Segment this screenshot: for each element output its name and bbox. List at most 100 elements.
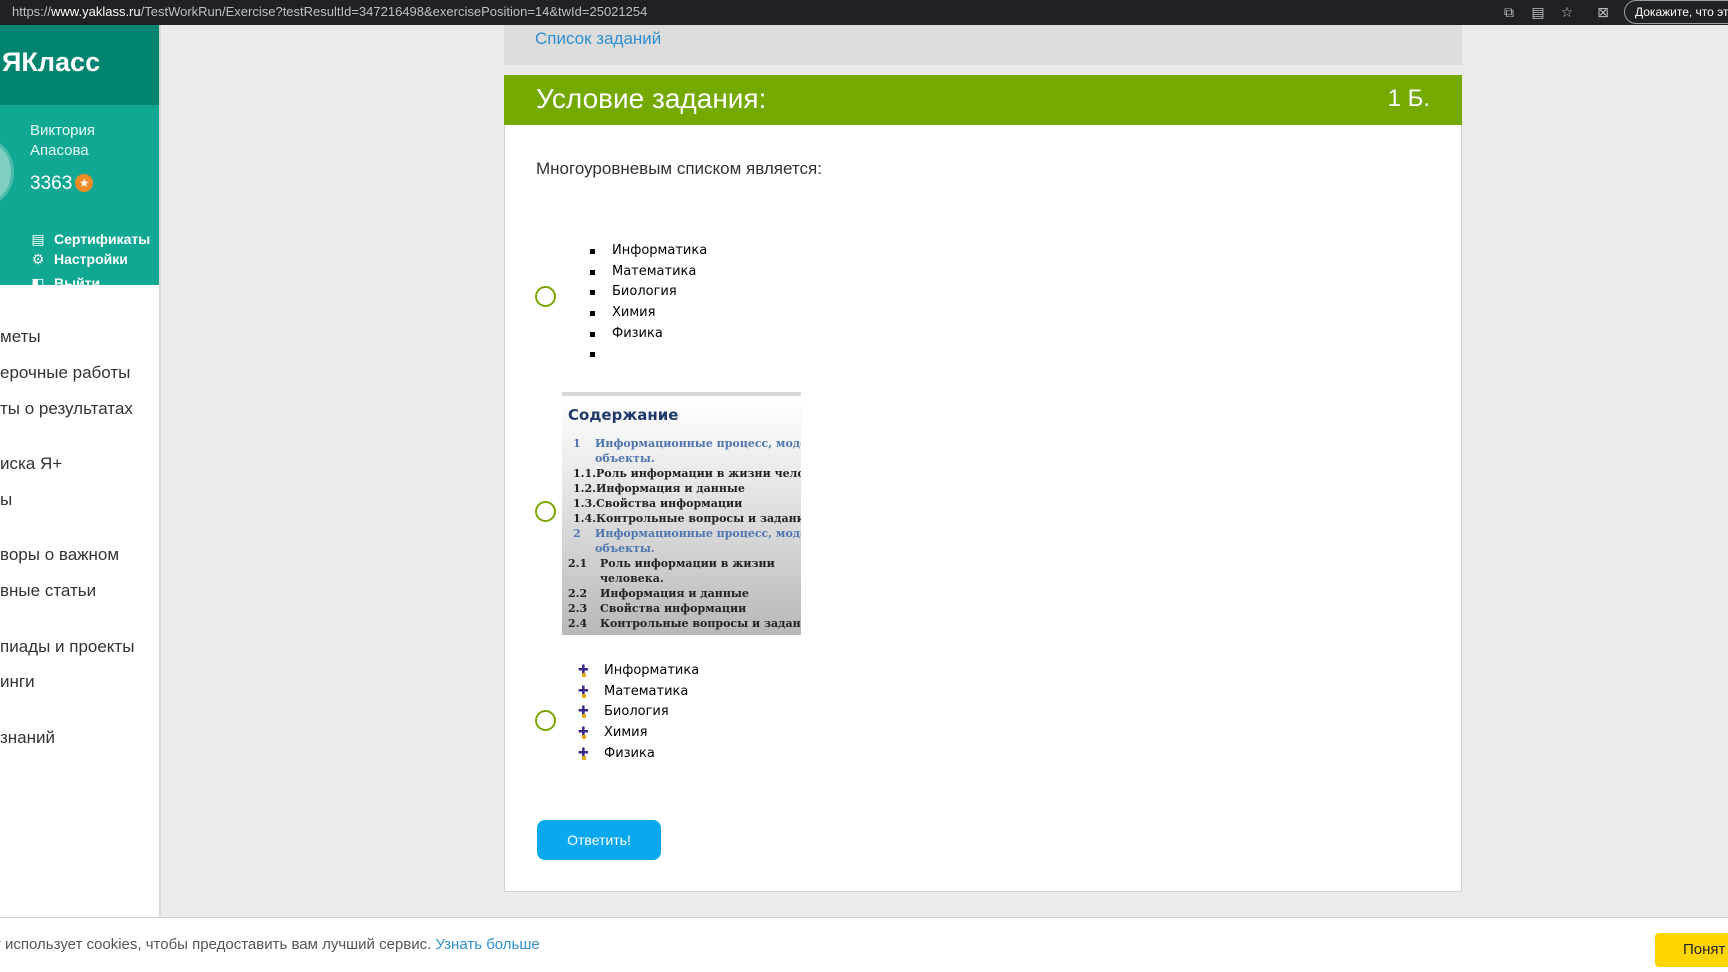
list-item: Химия [581, 303, 707, 324]
option-2-toc-image: Содержание 1 Информационные процесс, моде… [562, 392, 801, 635]
toc-text: Свойства информации [596, 497, 743, 510]
bookmark-star-icon[interactable]: ☆ [1558, 3, 1576, 21]
bullet-symbol-icon: ✚ [578, 682, 589, 702]
bullet-symbol-icon: ✚ [578, 723, 589, 743]
share-icon[interactable]: ⧉ [1500, 3, 1518, 21]
cookie-learn-more-link[interactable]: Узнать больше [435, 936, 539, 953]
task-card: Условие задания: 1 Б. Многоуровневым спи… [504, 75, 1462, 892]
cookie-text: т использует cookies, чтобы предоставить… [0, 936, 432, 953]
gear-icon: ⚙ [31, 251, 45, 267]
list-item-label: Химия [604, 725, 648, 741]
certificate-icon: ▤ [31, 231, 45, 247]
list-item: ✚ Информатика [575, 661, 699, 682]
toc-text: объекты. [595, 542, 655, 555]
nav-item-ratings[interactable]: инги [0, 672, 35, 692]
toc-num: 2.3 [568, 602, 588, 615]
option-3-list: ✚ Информатика ✚ Математика ✚ Биология ✚ Хими… [575, 661, 699, 764]
toc-text: Информационные процесс, модели, [595, 437, 801, 450]
logout-label: Выйти [54, 275, 101, 291]
toc-text: Контрольные вопросы и задания [600, 617, 801, 630]
toc-num: 2.2 [568, 587, 588, 600]
nav-item-results[interactable]: ты о результатах [0, 399, 133, 419]
nav-item-misc[interactable]: ы [0, 490, 12, 510]
tasks-list-link[interactable]: Список заданий [535, 29, 661, 49]
toc-text: Информационные процесс, модели, [595, 527, 801, 540]
option-1-list: Информатика Математика Биология Химия Фи… [581, 241, 707, 365]
toc-title: Содержание [568, 406, 679, 424]
list-item-label: Математика [604, 683, 689, 699]
option-3-radio[interactable] [535, 710, 556, 731]
bullet-symbol-icon: ✚ [578, 744, 589, 764]
settings-link[interactable]: ⚙ Настройки [30, 251, 128, 268]
toc-text: объекты. [595, 452, 655, 465]
list-item: ✚ Физика [575, 744, 699, 765]
sidebar: ЯКласс Виктория Апасова 3363 ★ ▤ Сертифика… [0, 25, 161, 917]
list-item-label: Биология [604, 704, 669, 720]
brand-header: ЯКласс [0, 25, 159, 105]
extension-icon[interactable]: ⊠ [1594, 3, 1612, 21]
nav-item-articles[interactable]: вные статьи [0, 581, 96, 601]
extension-pill[interactable]: Докажите, что эт [1624, 0, 1728, 24]
list-item: Математика [581, 262, 707, 283]
list-item: ✚ Химия [575, 723, 699, 744]
task-points: 1 Б. [1387, 85, 1430, 112]
list-item: Физика [581, 324, 707, 345]
cookie-message: т использует cookies, чтобы предоставить… [0, 936, 540, 953]
nav-item-knowledge[interactable]: знаний [0, 728, 55, 748]
star-icon: ★ [75, 174, 94, 192]
user-points: 3363 ★ [30, 173, 94, 195]
certificates-label: Сертификаты [54, 231, 151, 247]
breadcrumb-strip: Список заданий [504, 25, 1462, 65]
list-item: Информатика [581, 241, 707, 262]
toc-num: 1.1. [573, 467, 596, 480]
logout-link[interactable]: ◧ Выйти [30, 275, 100, 292]
nav-item-talks[interactable]: воры о важном [0, 545, 119, 565]
toc-text: Роль информации в жизни человека. [596, 467, 801, 480]
toc-num: 1 [573, 437, 581, 450]
task-header: Условие задания: 1 Б. [504, 75, 1462, 125]
reading-mode-icon[interactable]: ▤ [1529, 3, 1547, 21]
list-item-label: Физика [604, 745, 655, 761]
logout-icon: ◧ [31, 275, 45, 291]
toc-text: Роль информации в жизни [600, 557, 775, 570]
list-item: Биология [581, 282, 707, 303]
url-path: /TestWorkRun/Exercise?testResultId=34721… [140, 4, 648, 19]
toc-text: Свойства информации [600, 602, 747, 615]
list-item: ✚ Биология [575, 702, 699, 723]
toc-num: 1.3. [573, 497, 596, 510]
bullet-symbol-icon: ✚ [578, 661, 589, 681]
url-host: www.yaklass.ru [51, 4, 141, 19]
option-1-radio[interactable] [535, 286, 556, 307]
nav-item-subscription[interactable]: иска Я+ [0, 454, 62, 474]
option-2-radio[interactable] [535, 501, 556, 522]
toc-num: 1.2. [573, 482, 596, 495]
browser-toolbar: https://www.yaklass.ru/TestWorkRun/Exerc… [0, 0, 1728, 25]
list-item [581, 344, 707, 365]
toc-text: Информация и данные [596, 482, 745, 495]
task-title: Условие задания: [536, 83, 767, 114]
address-bar[interactable]: https://www.yaklass.ru/TestWorkRun/Exerc… [12, 4, 647, 19]
list-item-label: Информатика [604, 663, 700, 678]
points-value: 3363 [30, 173, 73, 194]
cookie-accept-button[interactable]: Понят [1655, 933, 1728, 967]
toc-text: человека. [600, 572, 664, 585]
nav-item-olympiads[interactable]: пиады и проекты [0, 637, 134, 657]
certificates-link[interactable]: ▤ Сертификаты [30, 231, 150, 248]
nav-item-tests[interactable]: ерочные работы [0, 363, 130, 383]
nav-item-subjects[interactable]: меты [0, 327, 41, 347]
question-text: Многоуровневым списком является: [536, 159, 822, 178]
list-item: ✚ Математика [575, 682, 699, 703]
toc-text: Информация и данные [600, 587, 749, 600]
brand-logo[interactable]: ЯКласс [2, 47, 100, 78]
toc-num: 2.4 [568, 617, 588, 630]
toc-num: 2 [573, 527, 581, 540]
profile-panel: Виктория Апасова 3363 ★ ▤ Сертификаты ⚙ Нас… [0, 105, 159, 291]
toc-num: 1.4. [573, 512, 596, 525]
answer-button[interactable]: Ответить! [537, 820, 661, 860]
user-name[interactable]: Виктория Апасова [30, 121, 140, 161]
toc-text: Контрольные вопросы и задания [596, 512, 801, 525]
bullet-symbol-icon: ✚ [578, 702, 589, 722]
toc-num: 2.1 [568, 557, 588, 570]
avatar[interactable] [0, 135, 14, 209]
cookie-banner: т использует cookies, чтобы предоставить… [0, 917, 1728, 972]
